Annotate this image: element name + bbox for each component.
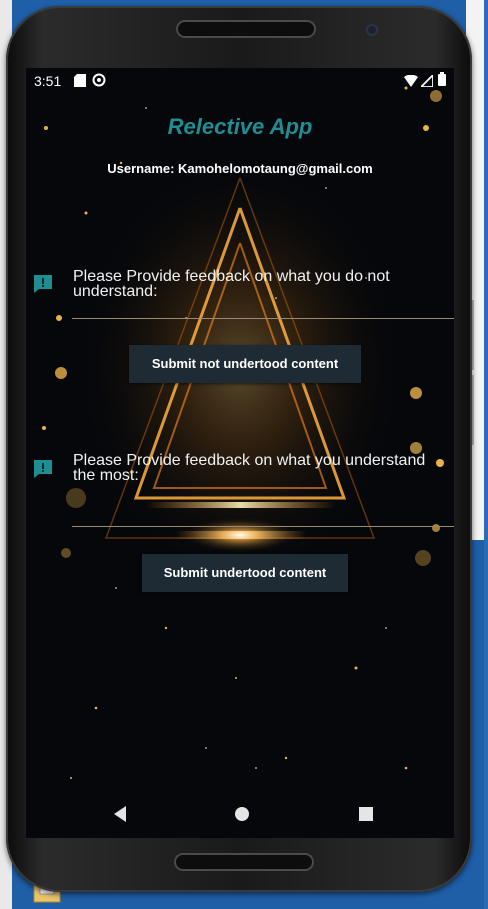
feedback-icon-2 bbox=[32, 458, 54, 480]
front-camera bbox=[366, 24, 378, 36]
recents-icon[interactable] bbox=[354, 802, 378, 826]
not-understood-prompt: Please Provide feedback on what you do n… bbox=[73, 268, 390, 300]
battery-icon bbox=[438, 72, 446, 89]
sd-card-icon bbox=[74, 74, 86, 90]
app-title: Relective App bbox=[167, 114, 313, 139]
feedback-icon bbox=[32, 273, 54, 295]
speaker-grill bbox=[176, 20, 316, 38]
navigation-bar bbox=[26, 792, 454, 838]
phone-frame: 3:51 Relective App Username: Kamohelomot… bbox=[6, 6, 472, 892]
back-icon[interactable] bbox=[109, 802, 133, 826]
speaker-grill-bottom bbox=[174, 853, 314, 871]
not-understood-input-underline bbox=[72, 318, 454, 319]
understood-input-underline bbox=[72, 526, 454, 527]
sync-icon bbox=[92, 73, 106, 90]
home-icon[interactable] bbox=[230, 802, 254, 826]
not-understood-input[interactable] bbox=[72, 296, 454, 318]
status-time: 3:51 bbox=[34, 73, 62, 89]
submit-understood-button[interactable]: Submit undertood content bbox=[142, 554, 348, 592]
understood-input[interactable] bbox=[72, 504, 454, 526]
username-label: Username: Kamohelomotaung@gmail.com bbox=[107, 161, 373, 176]
desktop-background-right bbox=[484, 0, 488, 909]
submit-not-understood-button[interactable]: Submit not undertood content bbox=[129, 345, 361, 383]
wifi-icon bbox=[404, 74, 418, 90]
signal-icon bbox=[418, 72, 434, 90]
understood-prompt: Please Provide feedback on what you unde… bbox=[73, 452, 426, 484]
status-bar: 3:51 bbox=[26, 68, 454, 92]
app-screen: 3:51 Relective App Username: Kamohelomot… bbox=[26, 68, 454, 838]
